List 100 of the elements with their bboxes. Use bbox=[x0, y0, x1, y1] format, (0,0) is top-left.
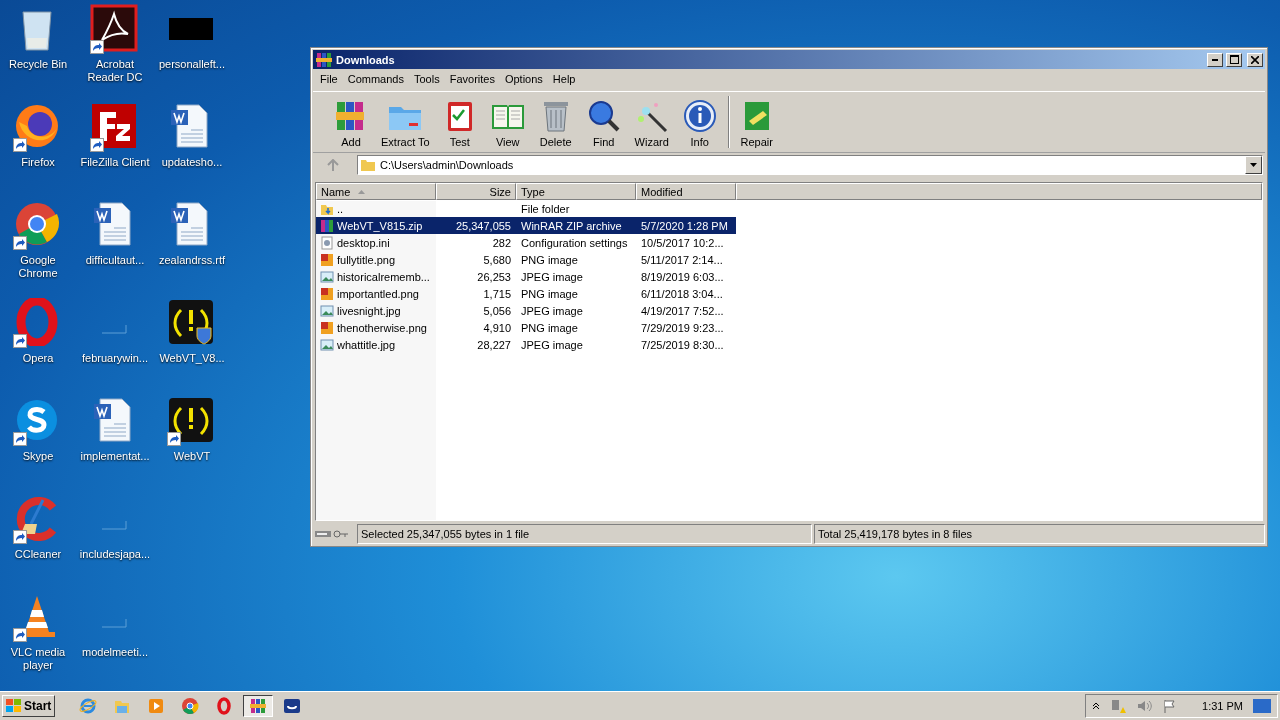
file-row[interactable]: importantled.png 1,715 PNG image 6/11/2018 3:04... bbox=[316, 285, 736, 302]
file-modified: 8/19/2019 6:03... bbox=[640, 270, 725, 283]
file-type: JPEG image bbox=[520, 270, 584, 283]
taskbar-button[interactable] bbox=[243, 695, 274, 717]
desktop-icon-label[interactable]: personalleft... bbox=[158, 58, 225, 71]
menu-item[interactable]: Options bbox=[499, 72, 548, 85]
menu-item[interactable]: Tools bbox=[409, 72, 445, 85]
desktop-icon-label[interactable]: zealandrss.rtf bbox=[159, 254, 225, 267]
file-icon bbox=[101, 520, 127, 530]
file-name: thenotherwise.png bbox=[337, 321, 427, 334]
file-row[interactable]: desktop.ini 282 Configuration settings 10/5/2017 10:2... bbox=[316, 234, 736, 251]
close-icon bbox=[1251, 55, 1259, 64]
toolbar-button[interactable]: Repair bbox=[732, 94, 781, 152]
file-modified: 5/7/2020 1:28 PM bbox=[640, 219, 729, 232]
desktop-icon-label[interactable]: implementat... bbox=[80, 450, 150, 463]
desktop-icon-label[interactable]: modelmeeti... bbox=[82, 646, 148, 659]
file-name: fullytitle.png bbox=[337, 253, 396, 266]
play-icon bbox=[147, 697, 166, 715]
file-type: Configuration settings bbox=[520, 236, 629, 249]
file-size: 4,910 bbox=[482, 321, 512, 334]
folder-icon bbox=[360, 158, 376, 172]
file-row[interactable]: historicalrememb... 26,253 JPEG image 8/19/2019 6:03... bbox=[316, 268, 736, 285]
desktop-icon-label[interactable]: Skype bbox=[22, 450, 54, 463]
desktop-icon-label[interactable]: VLC media player bbox=[0, 646, 76, 672]
internet-explorer-icon bbox=[79, 697, 98, 715]
menu-item[interactable]: Commands bbox=[342, 72, 409, 85]
file-size: 25,347,055 bbox=[454, 219, 512, 232]
desktop-icon-label[interactable]: Acrobat Reader DC bbox=[77, 58, 153, 84]
desktop-icon-label[interactable]: Recycle Bin bbox=[8, 58, 68, 71]
minimize-icon bbox=[1212, 58, 1218, 61]
clock[interactable]: 1:31 PM bbox=[1202, 700, 1243, 712]
toolbar-button[interactable]: Extract To bbox=[375, 94, 436, 152]
desktop-icon-label[interactable]: CCleaner bbox=[14, 548, 62, 561]
file-size: 1,715 bbox=[482, 287, 512, 300]
file-name: desktop.ini bbox=[337, 236, 390, 249]
photo-file-icon bbox=[320, 337, 334, 352]
address-field[interactable]: C:\Users\admin\Downloads bbox=[357, 155, 1263, 175]
file-name: .. bbox=[337, 202, 344, 215]
sort-arrow-icon bbox=[358, 189, 366, 194]
desktop-icon-label[interactable]: februarywin... bbox=[82, 352, 148, 365]
key-icon bbox=[333, 530, 349, 538]
column-header[interactable]: Type bbox=[516, 183, 636, 200]
column-header[interactable]: Modified bbox=[636, 183, 736, 200]
column-header[interactable]: Size bbox=[436, 183, 516, 200]
network-warning-icon[interactable] bbox=[1110, 698, 1127, 714]
file-icon bbox=[101, 324, 127, 334]
menu-item[interactable]: Help bbox=[547, 72, 581, 85]
desktop-icon-label[interactable]: Firefox bbox=[21, 156, 55, 169]
app-icon bbox=[283, 697, 302, 715]
file-type: JPEG image bbox=[520, 304, 584, 317]
file-row[interactable]: WebVT_V815.zip 25,347,055 WinRAR ZIP archive 5/7/2020 1:28 PM bbox=[316, 217, 736, 234]
maximize-icon bbox=[1229, 55, 1239, 64]
desktop-icon-label[interactable]: includesjapa... bbox=[79, 548, 151, 561]
desktop-icon-label[interactable]: Opera bbox=[22, 352, 54, 365]
file-name: WebVT_V815.zip bbox=[337, 219, 423, 232]
desktop-icon-label[interactable]: WebVT bbox=[173, 450, 211, 463]
windows-logo-icon bbox=[6, 699, 22, 713]
file-modified: 10/5/2017 10:2... bbox=[640, 236, 725, 249]
file-type: JPEG image bbox=[520, 338, 584, 351]
menu-item[interactable]: Favorites bbox=[444, 72, 500, 85]
desktop-icon-label[interactable]: Google Chrome bbox=[0, 254, 76, 280]
menu-item[interactable]: File bbox=[315, 72, 343, 85]
toolbar-button[interactable]: Info bbox=[675, 94, 724, 152]
file-modified: 7/29/2019 9:23... bbox=[640, 321, 725, 334]
toolbar-button[interactable]: Add bbox=[327, 94, 375, 152]
file-size: 282 bbox=[491, 236, 512, 249]
drive-icon bbox=[315, 530, 331, 538]
file-type: PNG image bbox=[520, 321, 579, 334]
dropdown-button[interactable] bbox=[1245, 156, 1262, 174]
file-row[interactable]: thenotherwise.png 4,910 PNG image 7/29/2019 9:23... bbox=[316, 319, 736, 336]
minimize-button[interactable] bbox=[1207, 52, 1223, 67]
desktop-icon-label[interactable]: WebVT_V8... bbox=[159, 352, 225, 365]
maximize-button[interactable] bbox=[1226, 52, 1242, 67]
archive-icon bbox=[320, 218, 334, 233]
file-type: PNG image bbox=[520, 287, 579, 300]
file-name: historicalrememb... bbox=[337, 270, 430, 283]
file-icon bbox=[101, 618, 127, 628]
file-row[interactable]: .. File folder bbox=[316, 200, 736, 217]
desktop-icon-label[interactable]: FileZilla Client bbox=[80, 156, 150, 169]
archive-icon bbox=[249, 697, 268, 715]
column-header[interactable]: Name bbox=[316, 183, 436, 200]
toolbar-button[interactable]: Find bbox=[579, 94, 628, 152]
toolbar-button[interactable]: Wizard bbox=[627, 94, 676, 152]
file-row[interactable]: fullytitle.png 5,680 PNG image 5/11/2017 2:14... bbox=[316, 251, 736, 268]
file-name: importantled.png bbox=[337, 287, 419, 300]
desktop-icon-label[interactable]: difficultaut... bbox=[85, 254, 145, 267]
start-button[interactable]: Start bbox=[2, 695, 56, 717]
close-button[interactable] bbox=[1247, 52, 1263, 67]
file-row[interactable]: whattitle.jpg 28,227 JPEG image 7/25/2019 8:30... bbox=[316, 336, 736, 353]
speaker-icon[interactable] bbox=[1136, 698, 1153, 714]
chrome-icon bbox=[13, 200, 61, 248]
toolbar-button[interactable]: Delete bbox=[531, 94, 580, 152]
toolbar-button[interactable]: View bbox=[483, 94, 532, 152]
toolbar-button[interactable]: Test bbox=[435, 94, 484, 152]
file-row[interactable]: livesnight.jpg 5,056 JPEG image 4/19/2017 7:52... bbox=[316, 302, 736, 319]
chevron-up-icon[interactable] bbox=[1092, 702, 1101, 710]
firefox-icon bbox=[13, 102, 61, 150]
caret-icon bbox=[1250, 163, 1257, 167]
settings-file-icon bbox=[320, 235, 334, 250]
desktop-icon-label[interactable]: updatesho... bbox=[161, 156, 223, 169]
